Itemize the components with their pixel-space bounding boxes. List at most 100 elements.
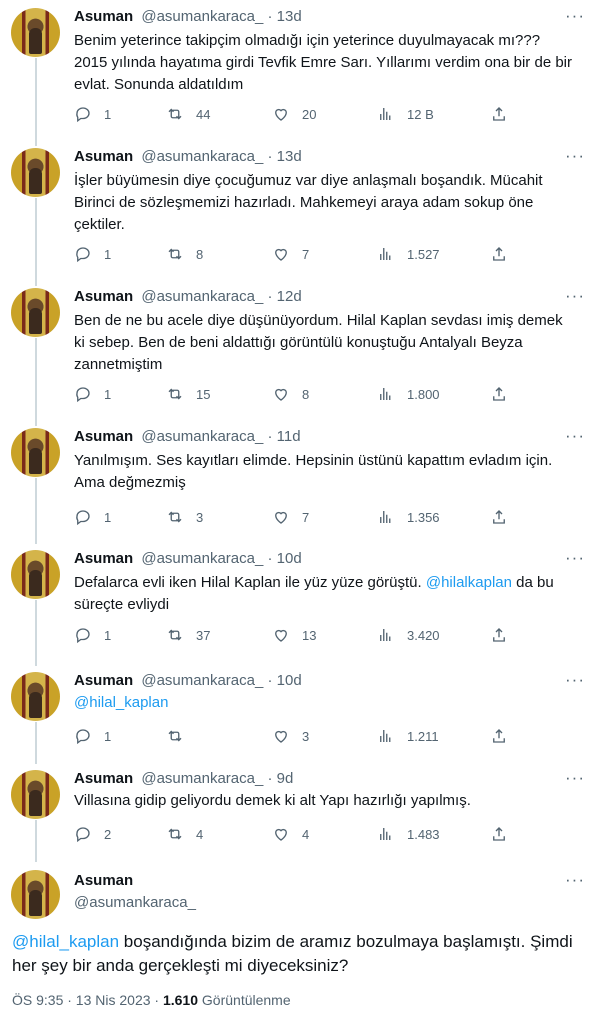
tweet-timestamp[interactable]: ÖS 9:35 · 13 Nis 2023 · (12, 992, 159, 1008)
tweet[interactable]: Asuman @asumankaraca_ · 13d ··· İşler bü… (0, 144, 603, 284)
tweet[interactable]: Asuman @asumankaraca_ · 9d ··· Villasına… (0, 766, 603, 862)
avatar[interactable] (11, 288, 60, 337)
like-button[interactable]: 8 (272, 384, 309, 404)
tweet-time[interactable]: 11d (277, 428, 301, 445)
tweet-text: İşler büyümesin diye çocuğumuz var diye … (74, 170, 589, 236)
tweet-time[interactable]: 12d (277, 288, 302, 305)
retweet-button[interactable]: 37 (166, 625, 210, 645)
like-button[interactable]: 20 (272, 104, 316, 124)
reply-button[interactable]: 1 (74, 384, 111, 404)
reply-button[interactable]: 1 (74, 507, 111, 527)
avatar[interactable] (11, 550, 60, 599)
views-button[interactable]: 1.527 (377, 244, 440, 264)
tweet[interactable]: Asuman @asumankaraca_ · 12d ··· Ben de n… (0, 284, 603, 424)
separator: · (267, 288, 273, 305)
avatar[interactable] (11, 770, 60, 819)
author-handle[interactable]: @asumankaraca_ (141, 770, 263, 787)
tweet[interactable]: Asuman @asumankaraca_ · 10d ··· Defalarc… (0, 546, 603, 666)
more-icon[interactable]: ··· (565, 6, 585, 26)
views-button[interactable]: 1.211 (377, 726, 439, 746)
more-icon[interactable]: ··· (565, 548, 585, 568)
author-name[interactable]: Asuman (74, 872, 133, 889)
author-name[interactable]: Asuman (74, 428, 133, 445)
tweet-time[interactable]: 9d (277, 770, 294, 787)
mention-link[interactable]: @hilal_kaplan (74, 694, 168, 711)
reply-button[interactable]: 1 (74, 625, 111, 645)
retweet-button[interactable]: 3 (166, 507, 203, 527)
tweet-text: Benim yeterince takipçim olmadığı için y… (74, 30, 589, 96)
like-button[interactable]: 4 (272, 824, 309, 844)
avatar[interactable] (11, 672, 60, 721)
views-button[interactable]: 1.356 (377, 507, 440, 527)
share-icon (493, 247, 505, 261)
tweet[interactable]: Asuman @asumankaraca_ · 11d ··· Yanılmış… (0, 424, 603, 544)
author-name[interactable]: Asuman (74, 8, 133, 25)
reply-count: 1 (104, 106, 112, 122)
tweet-time[interactable]: 10d (277, 672, 302, 689)
views-button[interactable]: 1.483 (377, 824, 440, 844)
share-button[interactable] (490, 384, 508, 404)
tweet-time[interactable]: 13d (277, 8, 302, 25)
reply-button[interactable]: 1 (74, 244, 111, 264)
retweet-button[interactable]: 4 (166, 824, 203, 844)
views-button[interactable]: 1.800 (377, 384, 440, 404)
more-icon[interactable]: ··· (565, 146, 585, 166)
tweet-text-segment: da bu (516, 574, 554, 591)
author-name[interactable]: Asuman (74, 770, 133, 787)
tweet-actions: 1 15 8 1.800 (74, 384, 514, 404)
author-handle[interactable]: @asumankaraca_ (141, 8, 263, 25)
avatar[interactable] (11, 428, 60, 477)
views-button[interactable]: 3.420 (377, 625, 440, 645)
views-button[interactable]: 12 B (377, 104, 434, 124)
share-button[interactable] (490, 104, 508, 124)
views-label: Görüntülenme (201, 992, 291, 1008)
retweet-button[interactable]: 44 (166, 104, 210, 124)
tweet-header: Asuman @asumankaraca_ · 9d (74, 770, 293, 787)
author-name[interactable]: Asuman (74, 550, 133, 567)
share-button[interactable] (490, 625, 508, 645)
reply-button[interactable]: 2 (74, 824, 111, 844)
tweet-time[interactable]: 10d (277, 550, 302, 567)
mention-link[interactable]: @hilal_kaplan (12, 932, 119, 951)
tweet[interactable]: Asuman @asumankaraca_ · 10d ··· @hilal_k… (0, 668, 603, 764)
avatar[interactable] (11, 8, 60, 57)
tweet-time[interactable]: 13d (277, 148, 302, 165)
share-button[interactable] (490, 507, 508, 527)
author-handle[interactable]: @asumankaraca_ (141, 148, 263, 165)
author-handle[interactable]: @asumankaraca_ (74, 894, 196, 911)
retweet-button[interactable] (166, 726, 196, 746)
share-button[interactable] (490, 244, 508, 264)
author-handle[interactable]: @asumankaraca_ (141, 672, 263, 689)
author-name[interactable]: Asuman (74, 148, 133, 165)
like-button[interactable]: 7 (272, 244, 309, 264)
avatar[interactable] (11, 870, 60, 919)
separator: · (267, 148, 273, 165)
more-icon[interactable]: ··· (565, 870, 585, 890)
share-icon (493, 510, 505, 524)
author-handle[interactable]: @asumankaraca_ (141, 428, 263, 445)
more-icon[interactable]: ··· (565, 768, 585, 788)
more-icon[interactable]: ··· (565, 426, 585, 446)
author-name[interactable]: Asuman (74, 672, 133, 689)
retweet-button[interactable]: 15 (166, 384, 210, 404)
more-icon[interactable]: ··· (565, 670, 585, 690)
reply-button[interactable]: 1 (74, 726, 111, 746)
focused-tweet[interactable]: Asuman @asumankaraca_ ··· @hilal_kaplan … (0, 866, 603, 1024)
like-button[interactable]: 3 (272, 726, 309, 746)
mention-link[interactable]: @hilalkaplan (426, 574, 512, 591)
author-name[interactable]: Asuman (74, 288, 133, 305)
avatar[interactable] (11, 148, 60, 197)
share-button[interactable] (490, 726, 508, 746)
like-button[interactable]: 13 (272, 625, 316, 645)
retweet-button[interactable]: 8 (166, 244, 203, 264)
author-handle[interactable]: @asumankaraca_ (141, 550, 263, 567)
tweet[interactable]: Asuman @asumankaraca_ · 13d ··· Benim ye… (0, 4, 603, 144)
reply-button[interactable]: 1 (74, 104, 111, 124)
share-button[interactable] (490, 824, 508, 844)
like-button[interactable]: 7 (272, 507, 309, 527)
author-handle[interactable]: @asumankaraca_ (141, 288, 263, 305)
tweet-text-line: Defalarca evli iken Hilal Kaplan ile yüz… (74, 572, 589, 594)
reply-icon (76, 510, 90, 526)
tweet-header: Asuman @asumankaraca_ · 10d (74, 550, 302, 567)
more-icon[interactable]: ··· (565, 286, 585, 306)
